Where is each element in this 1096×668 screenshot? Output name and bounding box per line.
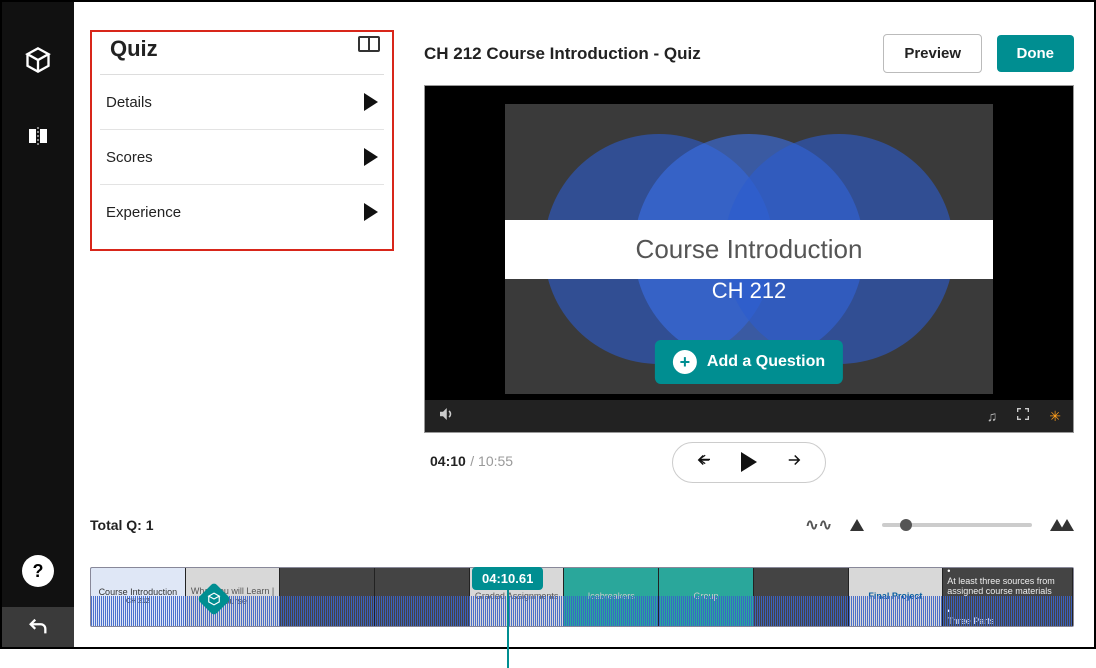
waveform-icon[interactable]: ∿∿	[805, 515, 832, 535]
left-toolbar: ?	[2, 2, 74, 647]
timeline-wrap: 04:10.61 Course IntroductionCH 212 What …	[90, 567, 1074, 627]
cube-icon[interactable]	[20, 42, 56, 78]
video-control-bar: ♫ ✳	[425, 400, 1073, 432]
chevron-right-icon	[364, 93, 378, 111]
help-glyph: ?	[33, 561, 44, 582]
timeline-thumb: Final Project	[849, 568, 944, 626]
back-button[interactable]	[2, 607, 74, 647]
settings-sidebar: Quiz Details Scores Experience	[74, 30, 404, 507]
zoom-out-icon[interactable]	[850, 519, 864, 531]
add-question-label: Add a Question	[707, 353, 825, 371]
timeline-thumb	[280, 568, 375, 626]
plus-icon: +	[673, 350, 697, 374]
accordion-label: Scores	[106, 149, 153, 166]
prev-button[interactable]	[695, 451, 713, 474]
time-current: 04:10	[430, 453, 466, 469]
accordion-scores[interactable]: Scores	[100, 130, 384, 185]
slide-subtitle: CH 212	[505, 278, 993, 304]
playhead[interactable]: 04:10.61	[472, 567, 543, 668]
timeline-thumb: Group	[659, 568, 754, 626]
next-button[interactable]	[785, 451, 803, 474]
collapse-panel-icon[interactable]	[358, 36, 380, 52]
playback-controls	[672, 442, 826, 483]
chevron-right-icon	[364, 148, 378, 166]
timeline-thumb	[375, 568, 470, 626]
zoom-slider[interactable]	[882, 523, 1032, 527]
sidebar-box: Quiz Details Scores Experience	[90, 30, 394, 251]
accordion-details[interactable]: Details	[100, 75, 384, 130]
main-area: Quiz Details Scores Experience	[74, 2, 1094, 647]
header-buttons: Preview Done	[883, 34, 1074, 73]
video-player: Course Introduction CH 212 + Add a Quest…	[424, 85, 1074, 433]
editor-pane: CH 212 Course Introduction - Quiz Previe…	[404, 30, 1094, 507]
timeline-tools: ∿∿	[805, 515, 1074, 535]
split-icon[interactable]	[20, 118, 56, 154]
timeline-header: Total Q: 1 ∿∿	[90, 515, 1074, 541]
timeline-thumb: Icebreakers	[564, 568, 659, 626]
accordion-experience[interactable]: Experience	[100, 185, 384, 239]
sidebar-header: Quiz	[100, 36, 384, 75]
chevron-right-icon	[364, 203, 378, 221]
zoom-in-icon[interactable]	[1050, 519, 1074, 531]
done-button[interactable]: Done	[997, 35, 1075, 72]
kaltura-logo-icon[interactable]: ✳	[1049, 408, 1061, 425]
playhead-line	[507, 590, 509, 668]
add-question-button[interactable]: + Add a Question	[655, 340, 843, 384]
playhead-time: 04:10.61	[472, 567, 543, 590]
accordion-label: Details	[106, 94, 152, 111]
play-button[interactable]	[741, 452, 757, 472]
volume-icon[interactable]	[437, 405, 455, 428]
editor-title: CH 212 Course Introduction - Quiz	[424, 44, 701, 64]
timeline-thumb: • At least three sources from assigned c…	[943, 568, 1073, 626]
fullscreen-icon[interactable]	[1015, 406, 1031, 427]
preview-button[interactable]: Preview	[883, 34, 982, 73]
music-icon[interactable]: ♫	[987, 408, 998, 424]
app-root: ? Quiz Details Scores	[2, 2, 1094, 647]
editor-header: CH 212 Course Introduction - Quiz Previe…	[424, 30, 1074, 85]
upper-area: Quiz Details Scores Experience	[74, 2, 1094, 507]
video-control-right: ♫ ✳	[987, 406, 1061, 427]
help-icon[interactable]: ?	[22, 555, 54, 587]
time-total: 10:55	[478, 453, 513, 469]
timeline-panel: Total Q: 1 ∿∿ 04:10.61 Course Introdu	[74, 507, 1094, 647]
accordion-label: Experience	[106, 204, 181, 221]
playback-row: 04:10 / 10:55	[424, 433, 1074, 477]
timeline-strip[interactable]: Course IntroductionCH 212 What you will …	[90, 567, 1074, 627]
sidebar-title: Quiz	[110, 36, 158, 62]
total-questions-label: Total Q: 1	[90, 517, 154, 533]
timeline-thumb	[754, 568, 849, 626]
timeline-thumb: Course IntroductionCH 212	[91, 568, 186, 626]
time-display: 04:10 / 10:55	[430, 453, 513, 471]
slide-title: Course Introduction	[505, 220, 993, 279]
